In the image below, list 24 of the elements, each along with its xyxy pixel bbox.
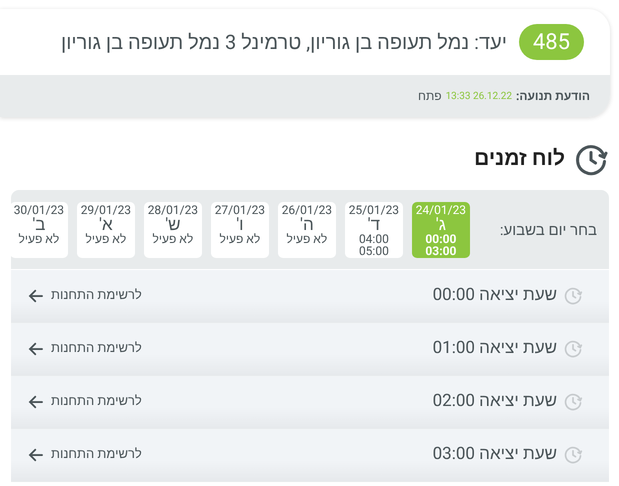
schedule-title: לוח זמנים: [474, 146, 565, 174]
stations-link[interactable]: לרשימת התחנות: [51, 286, 142, 306]
stations-link[interactable]: לרשימת התחנות: [51, 339, 142, 359]
day-picker-label: בחר יום בשבוע:: [500, 220, 597, 238]
arrow-left-icon: [27, 287, 45, 305]
stations-link[interactable]: לרשימת התחנות: [51, 445, 142, 465]
message-date: 13:33 26.12.22: [446, 90, 512, 104]
route-number-badge: 485: [518, 24, 584, 60]
departure-time: שעת יציאה 02:00: [432, 390, 557, 414]
stations-link[interactable]: לרשימת התחנות: [51, 392, 142, 412]
departure-time: שעת יציאה 03:00: [432, 443, 557, 466]
clock-icon: [563, 445, 583, 465]
clock-icon: [563, 339, 583, 359]
clock-icon: [573, 142, 609, 178]
clock-icon: [563, 286, 583, 306]
arrow-left-icon: [27, 446, 45, 464]
departure-time: שעת יציאה 01:00: [432, 337, 557, 360]
message-label: הודעת תנועה:: [516, 88, 590, 105]
arrow-left-icon: [27, 393, 45, 411]
open-link[interactable]: פתח: [418, 87, 442, 105]
clock-icon: [563, 392, 583, 412]
destination-text: יעד: נמל תעופה בן גוריון, טרמינל 3 נמל תעופה בן גוריון: [61, 29, 507, 56]
departure-time: שעת יציאה 00:00: [432, 284, 557, 308]
arrow-left-icon: [27, 340, 45, 358]
